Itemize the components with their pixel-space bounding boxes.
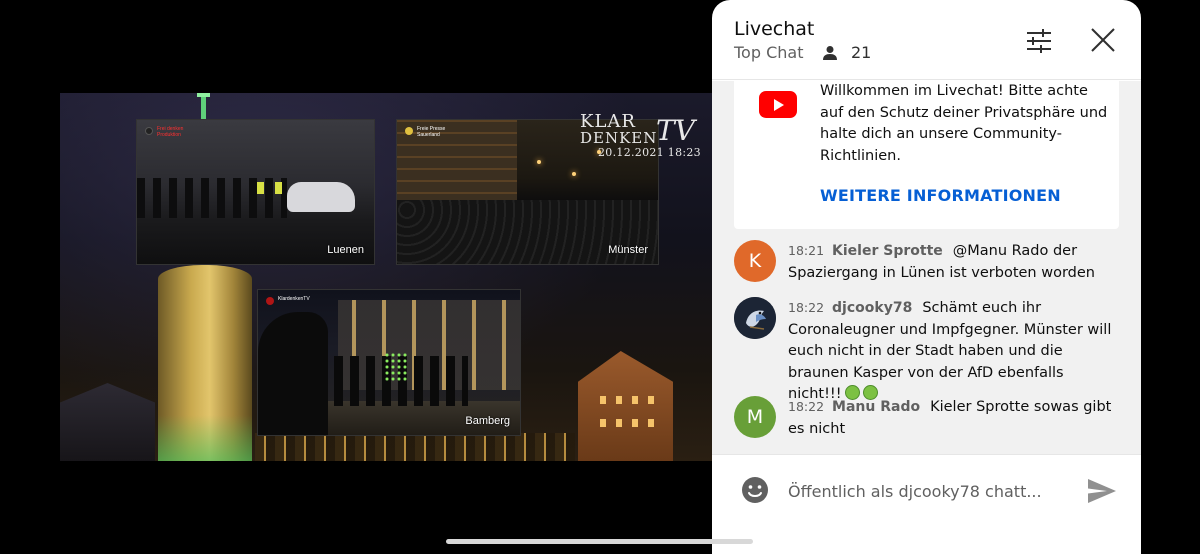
chat-message-list[interactable]: Willkommen im Livechat! Bitte achte auf …: [712, 81, 1141, 454]
viewer-count: 21: [851, 43, 872, 62]
avatar[interactable]: K: [734, 240, 776, 282]
welcome-banner: Willkommen im Livechat! Bitte achte auf …: [734, 81, 1119, 229]
chat-message-input[interactable]: [788, 477, 1068, 505]
avatar[interactable]: M: [734, 396, 776, 438]
inset-brand: Frei denken Produktion: [145, 126, 183, 138]
message-time: 18:22: [788, 300, 825, 315]
chat-input-bar: [712, 454, 1141, 554]
close-chat-button[interactable]: [1085, 22, 1121, 58]
message-content: 18:22 djcooky78 Schämt euch ihr Coronaleug…: [788, 297, 1118, 406]
inset-bamberg: KlardenkenTV Bamberg: [257, 289, 521, 436]
foreground-person: [258, 312, 328, 435]
send-icon: [1088, 479, 1116, 503]
message-content: 18:22 Manu Rado Kieler Sprotte sowas gibt …: [788, 396, 1118, 440]
inset-label: Luenen: [327, 244, 364, 256]
inset-label: Münster: [608, 244, 648, 256]
message-author[interactable]: djcooky78: [832, 300, 912, 316]
more-info-link[interactable]: WEITERE INFORMATIONEN: [820, 186, 1061, 205]
green-spire: [197, 93, 210, 119]
message-author[interactable]: Kieler Sprotte: [832, 243, 943, 259]
illuminated-tower: [158, 265, 252, 461]
person-icon: [823, 46, 837, 60]
screen: Frei denken Produktion Luenen Freie Pres…: [0, 0, 1200, 554]
inset-luenen: Frei denken Produktion Luenen: [136, 119, 375, 265]
emoji-button[interactable]: [738, 473, 772, 507]
message-time: 18:22: [788, 399, 825, 414]
crowd: [137, 178, 287, 218]
message-content: 18:21 Kieler Sprotte @Manu Rado der Spazie…: [788, 240, 1118, 284]
inset-brand: KlardenkenTV: [266, 296, 310, 305]
send-button[interactable]: [1084, 473, 1120, 509]
message-author[interactable]: Manu Rado: [832, 399, 920, 415]
video-timestamp: 20.12.2021 18:23: [598, 146, 701, 159]
home-indicator[interactable]: [446, 539, 753, 544]
bird-avatar-icon: [734, 297, 776, 339]
chat-title: Livechat: [734, 18, 815, 40]
inset-label: Bamberg: [465, 415, 510, 427]
car: [287, 182, 355, 212]
welcome-text: Willkommen im Livechat! Bitte achte auf …: [820, 83, 1108, 164]
close-icon: [1091, 28, 1115, 52]
light-chain: [384, 352, 408, 382]
inset-brand: Freie Presse Sauerland: [405, 126, 445, 138]
livechat-panel: Livechat Top Chat 21 Willkommen im Livec…: [712, 0, 1141, 554]
video-player[interactable]: Frei denken Produktion Luenen Freie Pres…: [60, 93, 712, 461]
youtube-logo-icon: [759, 91, 797, 118]
avatar[interactable]: [734, 297, 776, 339]
christmas-market-lights: [255, 433, 575, 461]
chat-settings-button[interactable]: [1022, 24, 1056, 58]
smiley-icon: [742, 477, 768, 503]
channel-logo: KLAR DENKEN TV: [580, 111, 695, 147]
chat-header: Livechat Top Chat 21: [712, 0, 1141, 80]
chat-mode-selector[interactable]: Top Chat: [734, 43, 803, 62]
tune-icon: [1027, 29, 1051, 53]
message-time: 18:21: [788, 243, 825, 258]
